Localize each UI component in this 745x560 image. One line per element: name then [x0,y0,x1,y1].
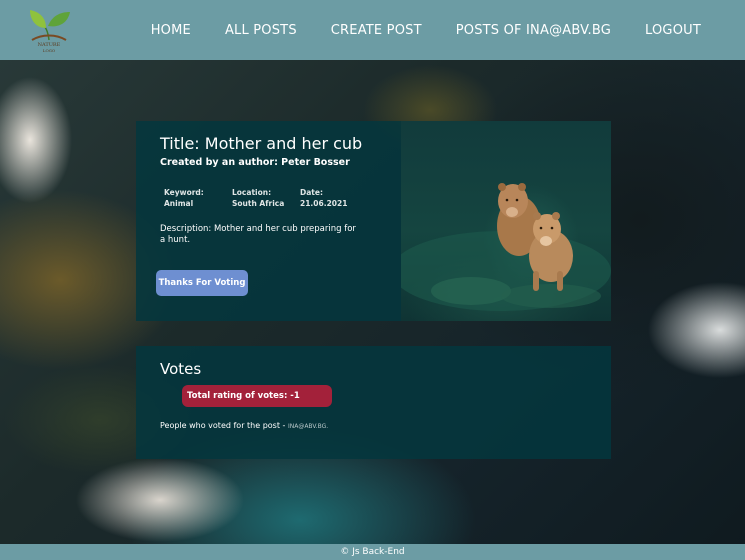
nav-links: HOME ALL POSTS CREATE POST POSTS OF INA@… [151,0,701,60]
nav-create-post[interactable]: CREATE POST [331,23,422,38]
thanks-for-voting-button[interactable]: Thanks For Voting [156,270,248,296]
site-logo[interactable]: NATURE LOGO [26,4,72,56]
leaf-logo-icon [30,10,70,41]
post-description: Description: Mother and her cub preparin… [160,224,356,245]
post-keyword: Keyword: Animal [164,188,204,208]
post-author: Created by an author: Peter Bosser [160,157,350,168]
nav-logout[interactable]: LOGOUT [645,23,701,38]
footer: © Js Back-End [0,544,745,560]
post-image [401,121,611,321]
voters-label: People who voted for the post - [160,421,288,430]
post-location: Location: South Africa [232,188,285,208]
nav-my-posts[interactable]: POSTS OF INA@ABV.BG [456,23,611,38]
post-title: Title: Mother and her cub [160,134,363,153]
votes-card: Votes Total rating of votes: -1 People w… [136,346,611,459]
logo-subtext: LOGO [42,48,56,53]
voters-line: People who voted for the post - INA@ABV.… [160,421,328,430]
navbar: NATURE LOGO HOME ALL POSTS CREATE POST P… [0,0,745,60]
post-details-card: Title: Mother and her cub Created by an … [136,121,611,321]
votes-heading: Votes [160,360,202,378]
voter-email: INA@ABV.BG. [287,423,329,430]
lioness-and-cub-image [401,183,611,311]
nav-all-posts[interactable]: ALL POSTS [225,23,297,38]
nav-home[interactable]: HOME [151,23,191,38]
post-date: Date: 21.06.2021 [300,188,348,208]
rating-badge: Total rating of votes: -1 [182,385,332,407]
